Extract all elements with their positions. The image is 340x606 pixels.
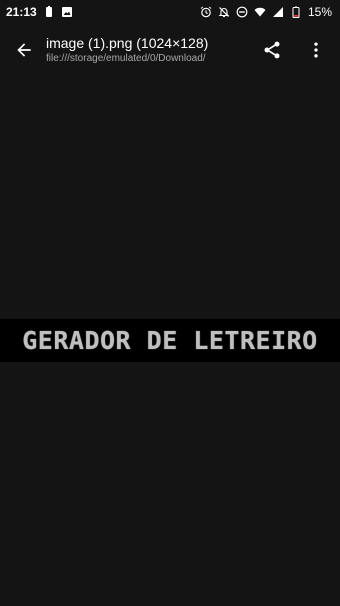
status-left: 21:13	[6, 5, 73, 19]
displayed-image[interactable]: GERADOR DE LETREIRO	[0, 319, 340, 362]
battery-percent: 15%	[307, 5, 332, 19]
alarm-icon	[200, 6, 212, 18]
image-notification-icon	[61, 6, 73, 18]
wifi-icon	[254, 6, 266, 18]
share-icon	[264, 41, 280, 59]
status-right: 15%	[200, 5, 332, 19]
back-button[interactable]	[2, 28, 46, 72]
arrow-back-icon	[17, 43, 31, 57]
more-vert-icon	[314, 42, 318, 58]
notifications-off-icon	[218, 6, 230, 18]
file-path: file:///storage/emulated/0/Download/	[46, 53, 206, 64]
status-time: 21:13	[6, 5, 37, 19]
signal-icon	[272, 6, 284, 18]
battery-saver-icon	[43, 6, 55, 18]
do-not-disturb-icon	[236, 6, 248, 18]
file-title: image (1).png (1024×128)	[46, 35, 209, 51]
app-toolbar: image (1).png (1024×128) file:///storage…	[0, 24, 340, 76]
image-viewer[interactable]: GERADOR DE LETREIRO	[0, 76, 340, 606]
more-options-button[interactable]	[298, 32, 334, 68]
share-button[interactable]	[254, 32, 290, 68]
battery-low-icon	[290, 6, 302, 18]
image-text: GERADOR DE LETREIRO	[22, 326, 318, 355]
toolbar-actions	[254, 24, 334, 76]
status-bar: 21:13 15%	[0, 0, 340, 24]
title-block: image (1).png (1024×128) file:///storage…	[46, 35, 226, 65]
